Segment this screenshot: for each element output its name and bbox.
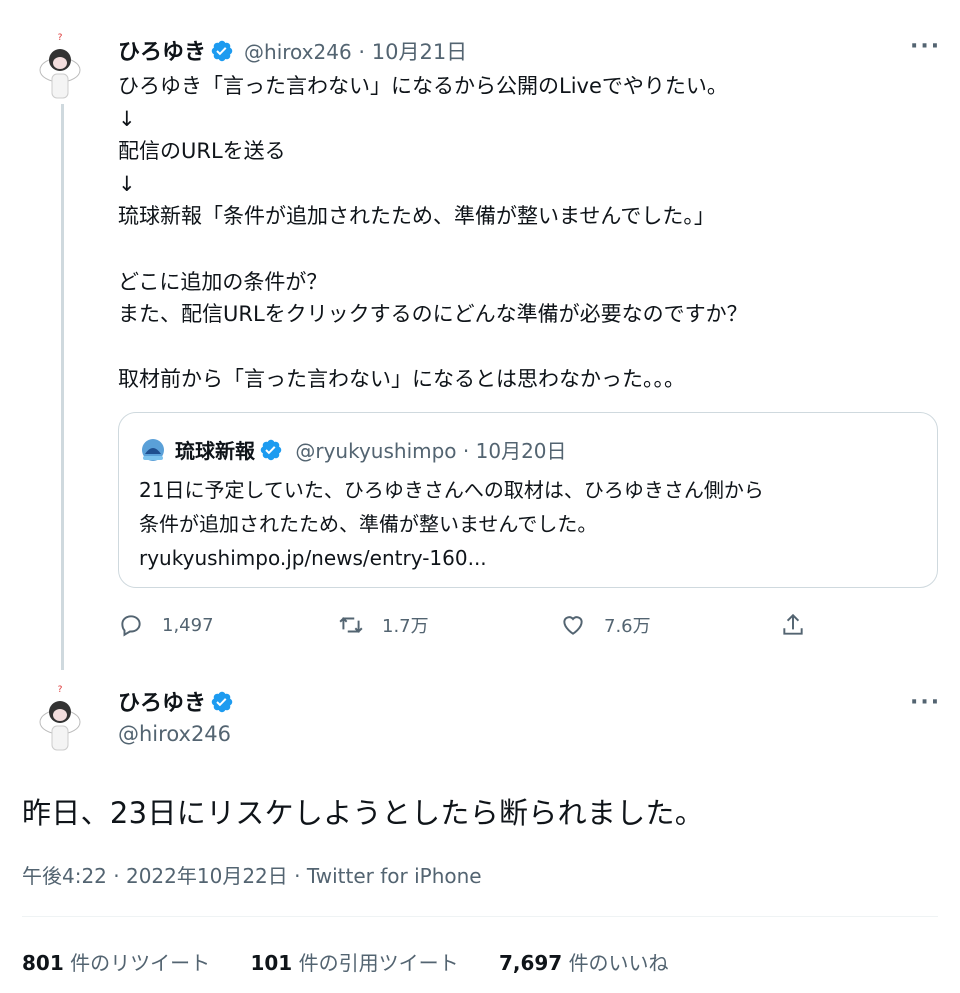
more-options-button[interactable]: ··· [910,34,941,59]
tweet-text: ひろゆき「言った言わない」になるから公開のLiveでやりたい。 ↓ 配信のURL… [118,70,898,396]
quoted-tweet-header: 琉球新報 @ryukyushimpo · 10月20日 [139,435,567,464]
like-count: 7.6万 [604,616,651,637]
verified-badge-icon [260,439,282,461]
separator: · [358,40,366,64]
tweet-line: 配信のURLを送る [118,139,286,164]
author-handle[interactable]: @hirox246 [118,722,231,746]
tweet-date[interactable]: 10月21日 [372,40,467,64]
tweet-line: どこに追加の条件が？ [118,269,328,294]
thread-line [61,104,64,670]
quotes-stat[interactable]: 101 件の引用ツイート [250,951,458,975]
separator: · [462,439,470,463]
ryukyushimpo-logo-icon [142,439,164,461]
quoted-tweet-date[interactable]: 10月20日 [476,439,567,463]
quoted-link[interactable]: ryukyushimpo.jp/news/entry-160... [139,541,764,575]
quoted-line: 21日に予定していた、ひろゆきさんへの取材は、ひろゆきさん側から [139,478,764,502]
svg-text:?: ? [58,685,63,695]
tweet-line [118,233,898,266]
share-icon [783,613,803,635]
more-options-button[interactable]: ··· [910,690,941,715]
divider [22,916,938,917]
svg-text:?: ? [58,33,63,43]
tweet-line: ↓ [118,171,136,196]
share-button[interactable] [780,612,824,638]
author-handle[interactable]: @hirox246 [244,40,352,64]
tweet-header: ひろゆき [118,685,234,717]
verified-badge-icon [211,691,233,713]
reply-icon [121,615,141,637]
tweet-stats: 801 件のリツイート 101 件の引用ツイート 7,697 件のいいね [22,947,703,976]
like-button[interactable]: 7.6万 [560,612,651,638]
tweet-text: 昨日、23日にリスケしようとしたら断られました。 [22,796,705,830]
likes-stat[interactable]: 7,697 件のいいね [499,951,669,975]
quoted-line: 条件が追加されたため、準備が整いませんでした。 [139,512,598,536]
retweet-icon [339,617,363,633]
tweet-line: また、配信URLをクリックするのにどんな準備が必要なのですか？ [118,302,748,327]
verified-badge-icon [211,40,233,62]
quoted-author-handle[interactable]: @ryukyushimpo [295,439,456,463]
tweet-line [118,331,898,364]
tweet-line: ひろゆき「言った言わない」になるから公開のLiveでやりたい。 [118,74,728,98]
tweet-line: 琉球新報「条件が追加されたため、準備が整いませんでした。」 [118,204,715,229]
tweet-line: ↓ [118,106,136,131]
heart-icon [563,616,583,635]
quoted-tweet-card[interactable]: 琉球新報 @ryukyushimpo · 10月20日 21日に予定していた、ひ… [118,412,938,588]
retweets-stat[interactable]: 801 件のリツイート [22,951,210,975]
retweet-count: 1.7万 [382,616,429,637]
quoted-tweet-text: 21日に予定していた、ひろゆきさんへの取材は、ひろゆきさん側から 条件が追加され… [139,473,764,575]
avatar[interactable]: ? [32,30,88,104]
tweet-line: 取材前から「言った言わない」になるとは思わなかった。。。 [118,367,685,392]
author-name[interactable]: ひろゆき [118,40,206,65]
tweet-meta[interactable]: 午後4:22 · 2022年10月22日 · Twitter for iPhon… [22,860,482,889]
quoted-author-name[interactable]: 琉球新報 [175,439,255,463]
reply-button[interactable]: 1,497 [118,612,214,638]
retweet-button[interactable]: 1.7万 [338,612,429,638]
reply-count: 1,497 [162,614,214,636]
tweet-header: ひろゆき @hirox246 · 10月21日 [118,34,467,66]
author-name[interactable]: ひろゆき [118,691,206,716]
avatar[interactable]: ? [32,682,88,756]
